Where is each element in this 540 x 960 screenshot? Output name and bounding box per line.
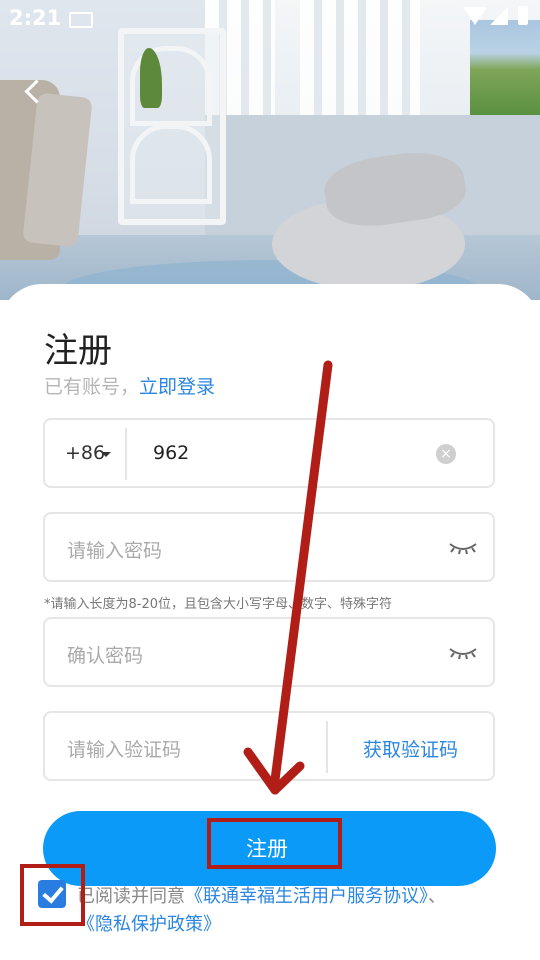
annotation-arrow (243, 360, 333, 795)
